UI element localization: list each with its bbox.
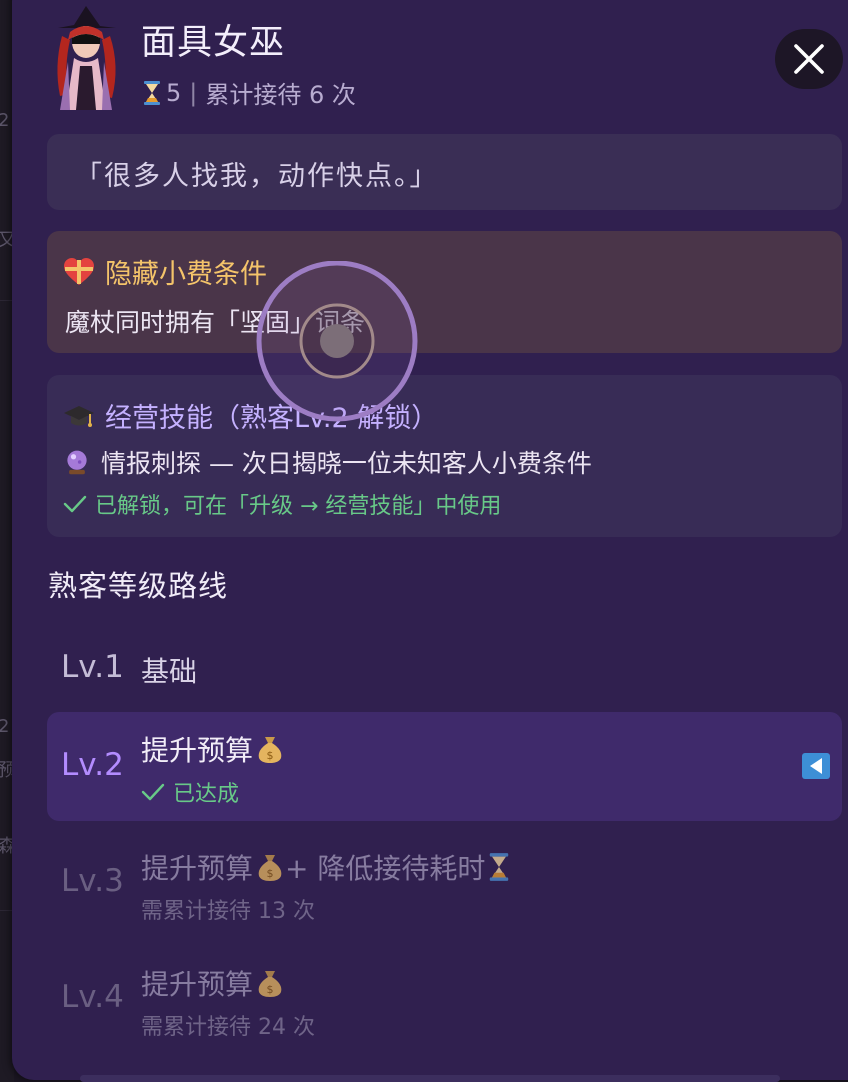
check-icon xyxy=(141,783,165,801)
level-row-3: Lv.3 提升预算 $ + 降低接待耗时 需累计接待 13 次 xyxy=(47,830,842,940)
level-row-4: Lv.4 提升预算 $ 需累计接待 24 次 xyxy=(47,946,842,1056)
money-bag-icon: $ xyxy=(258,971,282,997)
total-served: 累计接待 6 次 xyxy=(205,81,356,109)
level-requirement: 需累计接待 13 次 xyxy=(141,899,315,924)
level-label: Lv.4 xyxy=(61,979,124,1015)
hourglass-icon xyxy=(144,80,160,105)
graduation-cap-icon xyxy=(64,405,94,427)
level-row-1: Lv.1 基础 xyxy=(47,632,842,708)
level-title: 提升预算 xyxy=(141,734,254,767)
touch-indicator xyxy=(256,261,418,422)
level-requirement: 需累计接待 24 次 xyxy=(141,1015,315,1040)
hourglass-icon xyxy=(490,853,509,881)
level-status: 已达成 xyxy=(173,782,240,807)
level-title: 提升预算 xyxy=(141,852,254,885)
current-marker-icon xyxy=(810,758,822,774)
customer-avatar xyxy=(48,6,124,110)
money-bag-icon: $ xyxy=(258,855,282,881)
crystal-ball-icon xyxy=(67,450,87,475)
level-title-row: 提升预算 $ xyxy=(141,729,285,769)
business-skill-description: 情报刺探 — 次日揭晓一位未知客人小费条件 xyxy=(101,449,592,478)
customer-quote-card: 「很多人找我，动作快点。」 xyxy=(47,134,842,210)
business-skill-status-row: 已解锁，可在「升级 → 经营技能」中使用 xyxy=(63,488,501,520)
current-level-marker xyxy=(802,753,830,779)
background-fragment: 2 xyxy=(0,110,10,131)
level-title-row: 提升预算 $ + 降低接待耗时 xyxy=(141,847,511,887)
svg-text:$: $ xyxy=(267,867,274,880)
business-skill-status: 已解锁，可在「升级 → 经营技能」中使用 xyxy=(95,494,502,519)
level-label: Lv.2 xyxy=(61,747,124,783)
customer-meta: 5 | 累计接待 6 次 xyxy=(142,75,356,110)
hidden-tip-header: 隐藏小费条件 xyxy=(63,252,267,291)
hidden-tip-title: 隐藏小费条件 xyxy=(105,259,267,290)
level-status-row: 已达成 xyxy=(141,776,239,808)
level-title-extra: + 降低接待耗时 xyxy=(285,852,486,885)
customer-quote: 「很多人找我，动作快点。」 xyxy=(75,161,439,192)
money-bag-icon: $ xyxy=(258,737,282,763)
meta-separator: | xyxy=(189,78,198,107)
customer-name: 面具女巫 xyxy=(141,23,286,63)
level-title: 基础 xyxy=(141,655,198,688)
check-icon xyxy=(63,495,87,513)
close-icon xyxy=(794,44,824,74)
level-title-row: 提升预算 $ xyxy=(141,963,285,1003)
wait-value: 5 xyxy=(166,78,182,107)
hidden-tip-card: 隐藏小费条件 魔杖同时拥有「坚固」词条 xyxy=(47,231,842,353)
svg-text:$: $ xyxy=(267,983,274,996)
level-row-2-current: Lv.2 提升预算 $ 已达成 xyxy=(47,712,842,821)
close-button[interactable] xyxy=(775,29,843,89)
level-label: Lv.1 xyxy=(61,649,124,685)
business-skill-row: 情报刺探 — 次日揭晓一位未知客人小费条件 xyxy=(63,444,592,480)
level-title: 提升预算 xyxy=(141,968,254,1001)
svg-text:$: $ xyxy=(267,749,274,762)
background-fragment: 2 xyxy=(0,716,10,737)
route-section-title: 熟客等级路线 xyxy=(48,569,229,603)
level-label: Lv.3 xyxy=(61,863,124,899)
heart-gift-icon xyxy=(64,257,94,285)
home-indicator xyxy=(80,1075,780,1082)
business-skill-card: 经营技能（熟客Lv.2 解锁） 情报刺探 — 次日揭晓一位未知客人小费条件 已解… xyxy=(47,375,842,537)
